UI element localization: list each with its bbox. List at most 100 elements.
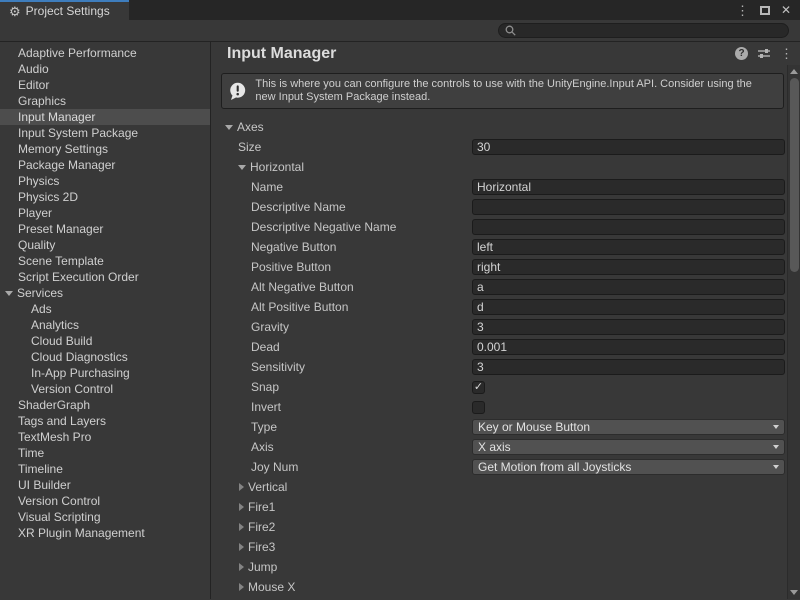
sidebar-item-version-control[interactable]: Version Control [0, 381, 210, 397]
alt-positive-button-field[interactable]: d [472, 299, 785, 315]
vertical-scrollbar[interactable] [787, 65, 800, 599]
row-mouse-x: Mouse X [211, 577, 787, 597]
sidebar-item-version-control[interactable]: Version Control [0, 493, 210, 509]
sidebar-item-label: Timeline [18, 462, 63, 476]
search-input[interactable] [520, 25, 782, 37]
foldout-open-icon[interactable] [225, 125, 233, 130]
row-label-text: Horizontal [250, 160, 304, 174]
search-box[interactable] [498, 23, 789, 38]
row-dead: Dead 0.001 [211, 337, 787, 357]
row-label-text: Fire2 [248, 520, 275, 534]
sidebar-item-graphics[interactable]: Graphics [0, 93, 210, 109]
toolbar [0, 20, 800, 42]
foldout-closed-icon[interactable] [239, 583, 244, 591]
sidebar-item-label: Version Control [31, 382, 113, 396]
sidebar-item-audio[interactable]: Audio [0, 61, 210, 77]
foldout-open-icon[interactable] [5, 291, 13, 296]
panel-menu-icon[interactable]: ⋮ [780, 47, 793, 60]
sidebar-item-script-execution-order[interactable]: Script Execution Order [0, 269, 210, 285]
sidebar-item-physics-2d[interactable]: Physics 2D [0, 189, 210, 205]
name-field[interactable]: Horizontal [472, 179, 785, 195]
sidebar-item-in-app-purchasing[interactable]: In-App Purchasing [0, 365, 210, 381]
type-dropdown[interactable]: Key or Mouse Button [472, 419, 785, 435]
row-label-text: Positive Button [251, 260, 331, 274]
sidebar-item-ads[interactable]: Ads [0, 301, 210, 317]
gravity-field[interactable]: 3 [472, 319, 785, 335]
scrollbar-thumb[interactable] [790, 78, 799, 272]
window-controls: ⋮ ✕ [736, 0, 791, 20]
foldout-open-icon[interactable] [238, 165, 246, 170]
row-label: Sensitivity [211, 360, 472, 374]
sidebar-item-services[interactable]: Services [0, 285, 210, 301]
joy-num-dropdown[interactable]: Get Motion from all Joysticks [472, 459, 785, 475]
row-type: TypeKey or Mouse Button [211, 417, 787, 437]
foldout-closed-icon[interactable] [239, 523, 244, 531]
foldout-closed-icon[interactable] [239, 563, 244, 571]
sidebar-item-ui-builder[interactable]: UI Builder [0, 477, 210, 493]
presets-icon[interactable] [757, 47, 771, 60]
row-label-text: Name [251, 180, 283, 194]
row-label-text: Descriptive Name [251, 200, 346, 214]
sidebar-item-label: Audio [18, 62, 49, 76]
tab-project-settings[interactable]: ⚙ Project Settings [0, 0, 129, 20]
sidebar-item-input-manager[interactable]: Input Manager [0, 109, 210, 125]
maximize-icon[interactable] [760, 6, 770, 15]
sidebar-item-adaptive-performance[interactable]: Adaptive Performance [0, 45, 210, 61]
scroll-up-icon[interactable] [790, 69, 798, 74]
sidebar-item-time[interactable]: Time [0, 445, 210, 461]
row-value: left [472, 239, 785, 255]
row-label: Invert [211, 400, 472, 414]
row-label-text: Descriptive Negative Name [251, 220, 396, 234]
row-label-text: Vertical [248, 480, 287, 494]
row-label-text: Alt Negative Button [251, 280, 354, 294]
sidebar-item-cloud-build[interactable]: Cloud Build [0, 333, 210, 349]
dead-field[interactable]: 0.001 [472, 339, 785, 355]
sidebar-item-label: Input Manager [18, 110, 95, 124]
sidebar-item-label: Physics 2D [18, 190, 78, 204]
sidebar-item-memory-settings[interactable]: Memory Settings [0, 141, 210, 157]
sensitivity-field[interactable]: 3 [472, 359, 785, 375]
sidebar-item-scene-template[interactable]: Scene Template [0, 253, 210, 269]
row-value: Key or Mouse Button [472, 419, 785, 435]
sidebar-item-player[interactable]: Player [0, 205, 210, 221]
sidebar-item-preset-manager[interactable]: Preset Manager [0, 221, 210, 237]
sidebar-item-cloud-diagnostics[interactable]: Cloud Diagnostics [0, 349, 210, 365]
row-label: Size [211, 140, 472, 154]
sidebar-item-tags-and-layers[interactable]: Tags and Layers [0, 413, 210, 429]
size-field[interactable]: 30 [472, 139, 785, 155]
row-horizontal: Horizontal [211, 157, 787, 177]
sidebar-item-quality[interactable]: Quality [0, 237, 210, 253]
sidebar-item-textmesh-pro[interactable]: TextMesh Pro [0, 429, 210, 445]
foldout-closed-icon[interactable] [239, 503, 244, 511]
sidebar-item-label: XR Plugin Management [18, 526, 145, 540]
sidebar-item-timeline[interactable]: Timeline [0, 461, 210, 477]
sidebar-item-input-system-package[interactable]: Input System Package [0, 125, 210, 141]
positive-button-field[interactable]: right [472, 259, 785, 275]
sidebar-item-package-manager[interactable]: Package Manager [0, 157, 210, 173]
row-label: Mouse X [211, 580, 472, 594]
alt-negative-button-field[interactable]: a [472, 279, 785, 295]
help-icon[interactable]: ? [735, 47, 748, 60]
sidebar-item-analytics[interactable]: Analytics [0, 317, 210, 333]
sidebar-item-label: Script Execution Order [18, 270, 139, 284]
row-label-text: Axis [251, 440, 274, 454]
close-icon[interactable]: ✕ [781, 4, 791, 16]
negative-button-field[interactable]: left [472, 239, 785, 255]
invert-checkbox[interactable] [472, 401, 485, 414]
snap-checkbox[interactable]: ✓ [472, 381, 485, 394]
row-label-text: Dead [251, 340, 280, 354]
sidebar-item-visual-scripting[interactable]: Visual Scripting [0, 509, 210, 525]
foldout-closed-icon[interactable] [239, 483, 244, 491]
descriptive-name-field[interactable] [472, 199, 785, 215]
sidebar-item-label: Preset Manager [18, 222, 103, 236]
window-menu-icon[interactable]: ⋮ [736, 4, 749, 17]
scroll-down-icon[interactable] [790, 590, 798, 595]
sidebar-item-xr-plugin-management[interactable]: XR Plugin Management [0, 525, 210, 541]
sidebar-item-physics[interactable]: Physics [0, 173, 210, 189]
tab-label: Project Settings [26, 4, 110, 18]
sidebar-item-editor[interactable]: Editor [0, 77, 210, 93]
descriptive-negative-name-field[interactable] [472, 219, 785, 235]
foldout-closed-icon[interactable] [239, 543, 244, 551]
axis-dropdown[interactable]: X axis [472, 439, 785, 455]
sidebar-item-shadergraph[interactable]: ShaderGraph [0, 397, 210, 413]
